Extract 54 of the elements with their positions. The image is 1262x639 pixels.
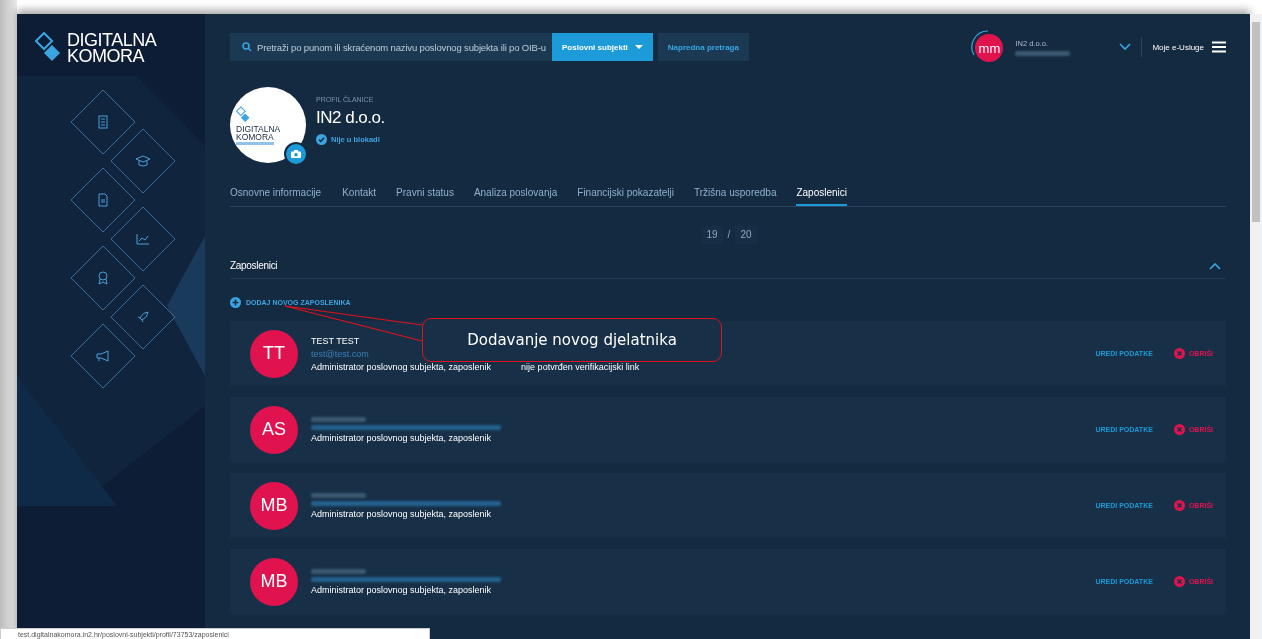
- employee-email: test@test.com: [311, 348, 369, 359]
- camera-icon: [291, 150, 301, 158]
- plus-icon: [230, 296, 241, 308]
- logo-text: DIGITALNA KOMORA: [236, 124, 282, 141]
- redacted-text: [236, 141, 274, 145]
- section-title: Zaposlenici: [230, 260, 278, 271]
- tab[interactable]: Financijski pokazatelji: [577, 185, 674, 205]
- scrollbar[interactable]: [1250, 14, 1262, 639]
- check-icon: [316, 134, 327, 145]
- employee-avatar: MB: [250, 481, 298, 530]
- services-link[interactable]: Moje e-Usluge: [1152, 42, 1204, 52]
- camera-button[interactable]: [284, 142, 308, 166]
- employee-role: Administrator poslovnog subjekta, zaposlenik: [311, 508, 492, 519]
- remove-icon: [1173, 576, 1185, 587]
- page-total: 20: [735, 226, 757, 244]
- graduation-cap-icon: [135, 155, 151, 167]
- employee-role: Administrator poslovnog subjekta, zaposlenik: [311, 584, 492, 595]
- remove-icon: [1173, 348, 1185, 359]
- employee-name: TEST TEST: [311, 335, 360, 346]
- tab[interactable]: Osnovne informacije: [230, 185, 322, 205]
- remove-icon: [1173, 500, 1185, 511]
- document-icon: [98, 193, 108, 207]
- logo-text: DIGITALNA: [67, 32, 157, 48]
- rocket-icon: [137, 311, 149, 323]
- caret-icon: [634, 44, 643, 50]
- callout-box: Dodavanje novog djelatnika: [422, 318, 722, 362]
- chevron-down-icon[interactable]: [1119, 43, 1132, 51]
- tab[interactable]: Kontakt: [342, 185, 377, 205]
- logo-text: KOMORA: [67, 48, 146, 64]
- employee-avatar: AS: [250, 405, 298, 454]
- search-field[interactable]: Pretraži po punom ili skraćenom nazivu poslovnog subjekta ili po OIB-u: [230, 33, 552, 61]
- logo-icon: [35, 32, 61, 64]
- menu-icon[interactable]: [1212, 41, 1226, 53]
- remove-icon: [1173, 424, 1185, 435]
- search-button[interactable]: Napredna pretraga: [657, 33, 749, 61]
- employee-role: Administrator poslovnog subjekta, zaposlenik: [311, 432, 492, 443]
- page-number: 19: [701, 226, 723, 244]
- megaphone-icon: [96, 350, 109, 362]
- medal-icon: [98, 271, 108, 285]
- chevron-icon[interactable]: [1209, 261, 1221, 270]
- employee-avatar: TT: [250, 329, 298, 378]
- company-title: IN2 d.o.o.: [316, 108, 385, 128]
- tab[interactable]: Analiza poslovanja: [473, 185, 558, 205]
- tab[interactable]: Pravni status: [396, 185, 454, 205]
- dropdown-button[interactable]: Poslovni subjekti: [552, 33, 653, 61]
- employee-avatar: MB: [250, 557, 298, 606]
- employee-role: Administrator poslovnog subjekta, zaposlenik: [311, 361, 492, 372]
- verification-note: nije potvrđen verifikacijski link: [521, 361, 640, 372]
- page-separator: /: [726, 228, 732, 242]
- tab[interactable]: Zaposlenici: [796, 185, 848, 206]
- building-icon: [98, 115, 108, 129]
- chart-icon: [136, 233, 150, 245]
- logo-icon: [236, 105, 250, 124]
- tab[interactable]: Tržišna usporedba: [694, 185, 777, 205]
